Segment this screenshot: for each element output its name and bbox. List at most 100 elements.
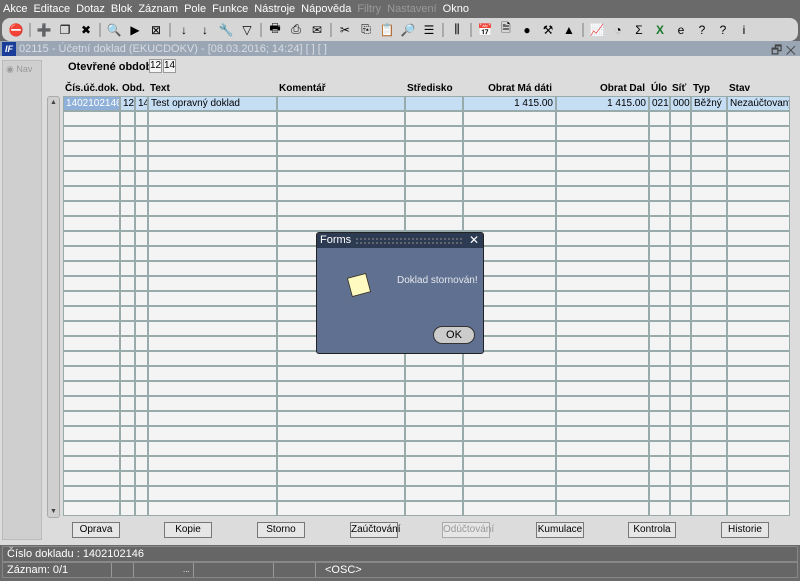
grid-cell[interactable] <box>148 501 277 516</box>
grid-cell[interactable] <box>63 396 120 411</box>
grid-cell[interactable] <box>63 201 120 216</box>
grid-cell[interactable] <box>691 381 727 396</box>
grid-cell[interactable] <box>649 216 670 231</box>
grid-cell[interactable] <box>727 501 790 516</box>
grid-cell[interactable] <box>63 261 120 276</box>
grid-cell[interactable] <box>463 186 556 201</box>
grid-cell[interactable] <box>148 246 277 261</box>
menu-7[interactable]: Nástroje <box>254 3 295 15</box>
grid-cell[interactable] <box>405 186 463 201</box>
grid-cell[interactable] <box>691 426 727 441</box>
grid-cell[interactable] <box>670 156 691 171</box>
menu-5[interactable]: Pole <box>184 3 206 15</box>
grid-cell[interactable] <box>463 366 556 381</box>
grid-cell[interactable] <box>148 171 277 186</box>
grid-cell[interactable] <box>277 141 405 156</box>
grid-cell[interactable] <box>120 246 135 261</box>
grid-cell[interactable] <box>148 336 277 351</box>
grid-cell[interactable] <box>670 351 691 366</box>
grid-cell[interactable] <box>649 276 670 291</box>
grid-cell[interactable] <box>670 411 691 426</box>
grid-cell[interactable] <box>405 126 463 141</box>
table-row[interactable] <box>63 171 790 186</box>
grid-cell[interactable] <box>135 456 148 471</box>
grid-cell[interactable] <box>691 321 727 336</box>
grid-cell[interactable] <box>691 276 727 291</box>
close-icon[interactable]: ✕ <box>469 233 479 248</box>
query-execute-icon[interactable]: ▶ <box>127 22 143 38</box>
grid-cell[interactable] <box>691 261 727 276</box>
grid-cell[interactable] <box>649 171 670 186</box>
table-row[interactable]: 14021021461214Test opravný doklad 1 415.0… <box>63 96 790 111</box>
grid-cell[interactable] <box>405 96 463 111</box>
grid-cell[interactable] <box>670 261 691 276</box>
grid-cell[interactable] <box>691 216 727 231</box>
grid-cell[interactable] <box>727 201 790 216</box>
grid-cell[interactable] <box>649 486 670 501</box>
grid-cell[interactable] <box>691 501 727 516</box>
filter-icon[interactable]: ▽ <box>239 22 255 38</box>
grid-cell[interactable] <box>405 141 463 156</box>
grid-cell[interactable] <box>277 471 405 486</box>
grid-cell[interactable] <box>727 156 790 171</box>
grid-cell[interactable] <box>148 291 277 306</box>
grid-cell[interactable] <box>670 336 691 351</box>
delete-record-icon[interactable]: ✖ <box>78 22 94 38</box>
grid-cell[interactable] <box>463 501 556 516</box>
grid-cell[interactable] <box>463 381 556 396</box>
grid-cell[interactable] <box>691 246 727 261</box>
grid-cell[interactable] <box>63 381 120 396</box>
grid-cell[interactable] <box>670 276 691 291</box>
grid-cell[interactable] <box>463 411 556 426</box>
table-row[interactable] <box>63 471 790 486</box>
button-kopie[interactable]: Kopie <box>164 522 212 538</box>
grid-cell[interactable] <box>120 141 135 156</box>
copy-record-icon[interactable]: ❐ <box>57 22 73 38</box>
grid-cell[interactable] <box>277 186 405 201</box>
grid-cell[interactable] <box>63 336 120 351</box>
calendar-icon[interactable]: 📅 <box>477 22 493 38</box>
grid-cell[interactable] <box>63 486 120 501</box>
grid-cell[interactable] <box>148 156 277 171</box>
grid-cell[interactable] <box>63 216 120 231</box>
menu-3[interactable]: Blok <box>111 3 132 15</box>
grid-cell[interactable]: 12 <box>120 96 135 111</box>
grid-cell[interactable] <box>135 351 148 366</box>
grid-cell[interactable] <box>670 171 691 186</box>
grid-cell[interactable] <box>277 381 405 396</box>
scrollbar[interactable]: ▲ ▼ <box>47 96 60 518</box>
list-icon[interactable]: ☰ <box>421 22 437 38</box>
grid-cell[interactable] <box>148 396 277 411</box>
grid-cell[interactable] <box>135 501 148 516</box>
grid-cell[interactable] <box>727 276 790 291</box>
grid-cell[interactable] <box>148 411 277 426</box>
menu-1[interactable]: Editace <box>33 3 70 15</box>
grid-cell[interactable] <box>135 471 148 486</box>
print-icon[interactable]: 🖶 <box>267 21 283 38</box>
grid-cell[interactable] <box>670 321 691 336</box>
grid-cell[interactable] <box>649 366 670 381</box>
grid-cell[interactable] <box>135 411 148 426</box>
grid-cell[interactable] <box>148 321 277 336</box>
grid-cell[interactable] <box>120 111 135 126</box>
table-row[interactable] <box>63 156 790 171</box>
grid-cell[interactable] <box>148 111 277 126</box>
grid-cell[interactable]: 1 415.00 <box>463 96 556 111</box>
grid-cell[interactable] <box>649 261 670 276</box>
grid-cell[interactable] <box>120 156 135 171</box>
grid-cell[interactable] <box>670 456 691 471</box>
grid-cell[interactable] <box>649 321 670 336</box>
grid-cell[interactable] <box>63 351 120 366</box>
grid-cell[interactable] <box>135 441 148 456</box>
grid-cell[interactable] <box>691 201 727 216</box>
grid-cell[interactable] <box>556 246 649 261</box>
grid-cell[interactable] <box>463 156 556 171</box>
grid-cell[interactable] <box>556 321 649 336</box>
table-row[interactable] <box>63 381 790 396</box>
grid-cell[interactable]: 1402102146 <box>63 96 120 111</box>
table-row[interactable] <box>63 411 790 426</box>
grid-cell[interactable]: Test opravný doklad <box>148 96 277 111</box>
document-icon[interactable]: 🗎 <box>498 21 514 38</box>
grid-cell[interactable] <box>556 141 649 156</box>
button-zaúčtování[interactable]: Zaúčtování <box>350 522 400 538</box>
